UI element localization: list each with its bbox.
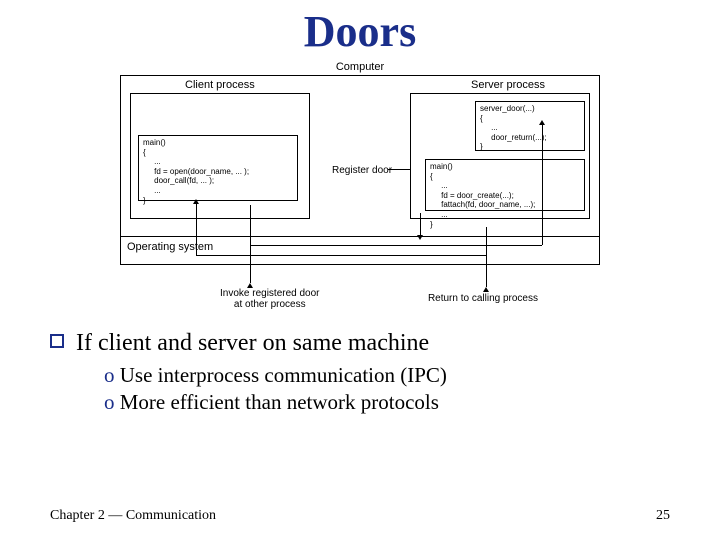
return-label: Return to calling process (428, 293, 538, 304)
bullet-lvl1: If client and server on same machine (50, 330, 670, 357)
invoke-label: Invoke registered door at other process (220, 288, 320, 310)
square-bullet-icon (50, 334, 64, 348)
client-main-code: main() { ... fd = open(door_name, ... );… (138, 135, 298, 201)
os-box: Operating system (121, 236, 599, 276)
server-door-code: server_door(...) { ... door_return(...);… (475, 101, 585, 151)
os-label: Operating system (127, 241, 213, 253)
page-number: 25 (656, 508, 670, 524)
slide-footer: Chapter 2 — Communication 25 (50, 508, 670, 524)
computer-label: Computer (336, 61, 384, 73)
bullet-list: If client and server on same machine Use… (50, 330, 670, 415)
server-process-label: Server process (471, 79, 545, 91)
register-door-label: Register door (332, 165, 392, 176)
bullet-lvl2-b: More efficient than network protocols (104, 390, 670, 415)
bullet-lvl1-text: If client and server on same machine (76, 330, 429, 356)
server-main-code: main() { ... fd = door_create(...); fatt… (425, 159, 585, 211)
client-process-label: Client process (185, 79, 255, 91)
doors-diagram: Computer Operating system Client process… (120, 65, 600, 310)
bullet-lvl2-a: Use interprocess communication (IPC) (104, 363, 670, 388)
slide-title: Doors (0, 6, 720, 57)
chapter-label: Chapter 2 — Communication (50, 508, 216, 523)
